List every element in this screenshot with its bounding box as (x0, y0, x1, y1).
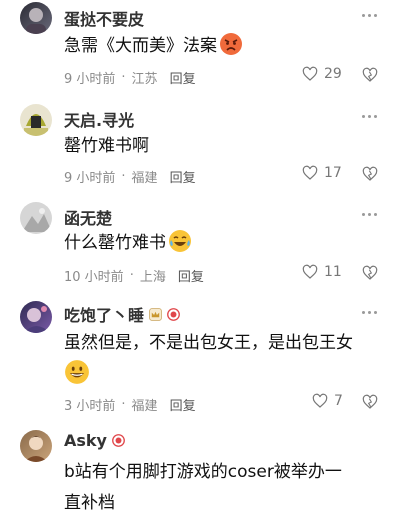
avatar[interactable] (20, 202, 52, 234)
comment-text: 什么罄竹难书 (64, 228, 384, 258)
avatar[interactable] (20, 104, 52, 136)
heart-icon (312, 393, 328, 408)
reply-button[interactable]: 回复 (170, 68, 196, 87)
more-options-icon[interactable] (362, 10, 382, 20)
like-button[interactable]: 7 (312, 393, 343, 409)
like-count: 7 (334, 393, 343, 409)
dislike-icon[interactable] (362, 166, 378, 182)
avatar[interactable] (20, 2, 52, 34)
red-badge-icon (112, 434, 125, 447)
more-options-icon[interactable] (362, 209, 382, 219)
avatar-image-icon (24, 436, 48, 462)
avatar[interactable] (20, 430, 52, 462)
like-button[interactable]: 11 (302, 264, 342, 280)
comment-text: b站有个用脚打游戏的coser被举办一 直补档 (64, 462, 342, 513)
comment-meta: 3 小时前 · 福建 回复 (64, 395, 196, 414)
comment-text: 急需《大而美》法案 (64, 31, 384, 61)
timestamp: 3 小时前 (64, 399, 116, 414)
avatar-image-icon (24, 306, 50, 333)
like-button[interactable]: 29 (302, 66, 342, 82)
comment-text: 虽然但是，不是出包女王，是出包王女 (64, 328, 384, 391)
comment-meta: 10 小时前 · 上海 回复 (64, 266, 204, 285)
comment-meta: 9 小时前 · 福建 回复 (64, 167, 196, 186)
username[interactable]: 天启.寻光 (64, 107, 134, 131)
timestamp: 10 小时前 (64, 270, 124, 285)
avatar-image-icon (26, 8, 46, 34)
heart-icon (302, 66, 318, 81)
comment-text: 罄竹难书啊 (64, 136, 149, 156)
reply-button[interactable]: 回复 (170, 167, 196, 186)
location: 福建 (131, 399, 158, 414)
like-count: 11 (324, 264, 342, 280)
like-button[interactable]: 17 (302, 165, 342, 181)
heart-icon (302, 264, 318, 279)
grinning-face-icon (65, 360, 89, 384)
like-count: 17 (324, 165, 342, 181)
username[interactable]: 蛋挞不要皮 (64, 6, 144, 30)
avatar[interactable] (20, 301, 52, 333)
angry-face-icon (220, 33, 242, 55)
location: 江苏 (131, 72, 158, 87)
reply-button[interactable]: 回复 (170, 395, 196, 414)
avatar-image-icon (22, 208, 52, 232)
crown-badge-icon (149, 307, 163, 321)
username[interactable]: 函无楚 (64, 205, 112, 229)
timestamp: 9 小时前 (64, 171, 116, 186)
red-badge-icon (167, 307, 180, 321)
location: 福建 (131, 171, 158, 186)
like-count: 29 (324, 66, 342, 82)
location: 上海 (139, 270, 166, 285)
username[interactable]: 吃饱了丶睡 (64, 302, 180, 326)
dislike-icon[interactable] (362, 394, 378, 410)
heart-icon (302, 165, 318, 180)
dislike-icon[interactable] (362, 265, 378, 281)
laughing-crying-face-icon (169, 230, 191, 252)
more-options-icon[interactable] (362, 307, 382, 317)
avatar-image-icon (24, 114, 48, 136)
comment-meta: 9 小时前 · 江苏 回复 (64, 68, 196, 87)
reply-button[interactable]: 回复 (178, 266, 204, 285)
username[interactable]: Asky (64, 431, 125, 450)
more-options-icon[interactable] (362, 111, 382, 121)
timestamp: 9 小时前 (64, 72, 116, 87)
dislike-icon[interactable] (362, 67, 378, 83)
